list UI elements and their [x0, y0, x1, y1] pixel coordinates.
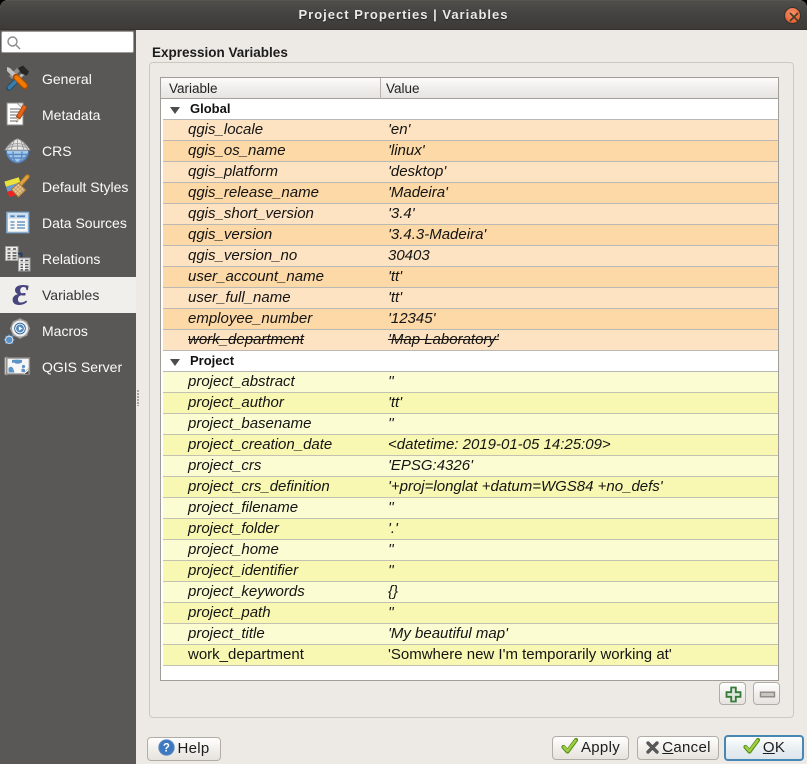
svg-text:ε: ε — [12, 281, 29, 308]
svg-text:?: ? — [163, 743, 170, 755]
